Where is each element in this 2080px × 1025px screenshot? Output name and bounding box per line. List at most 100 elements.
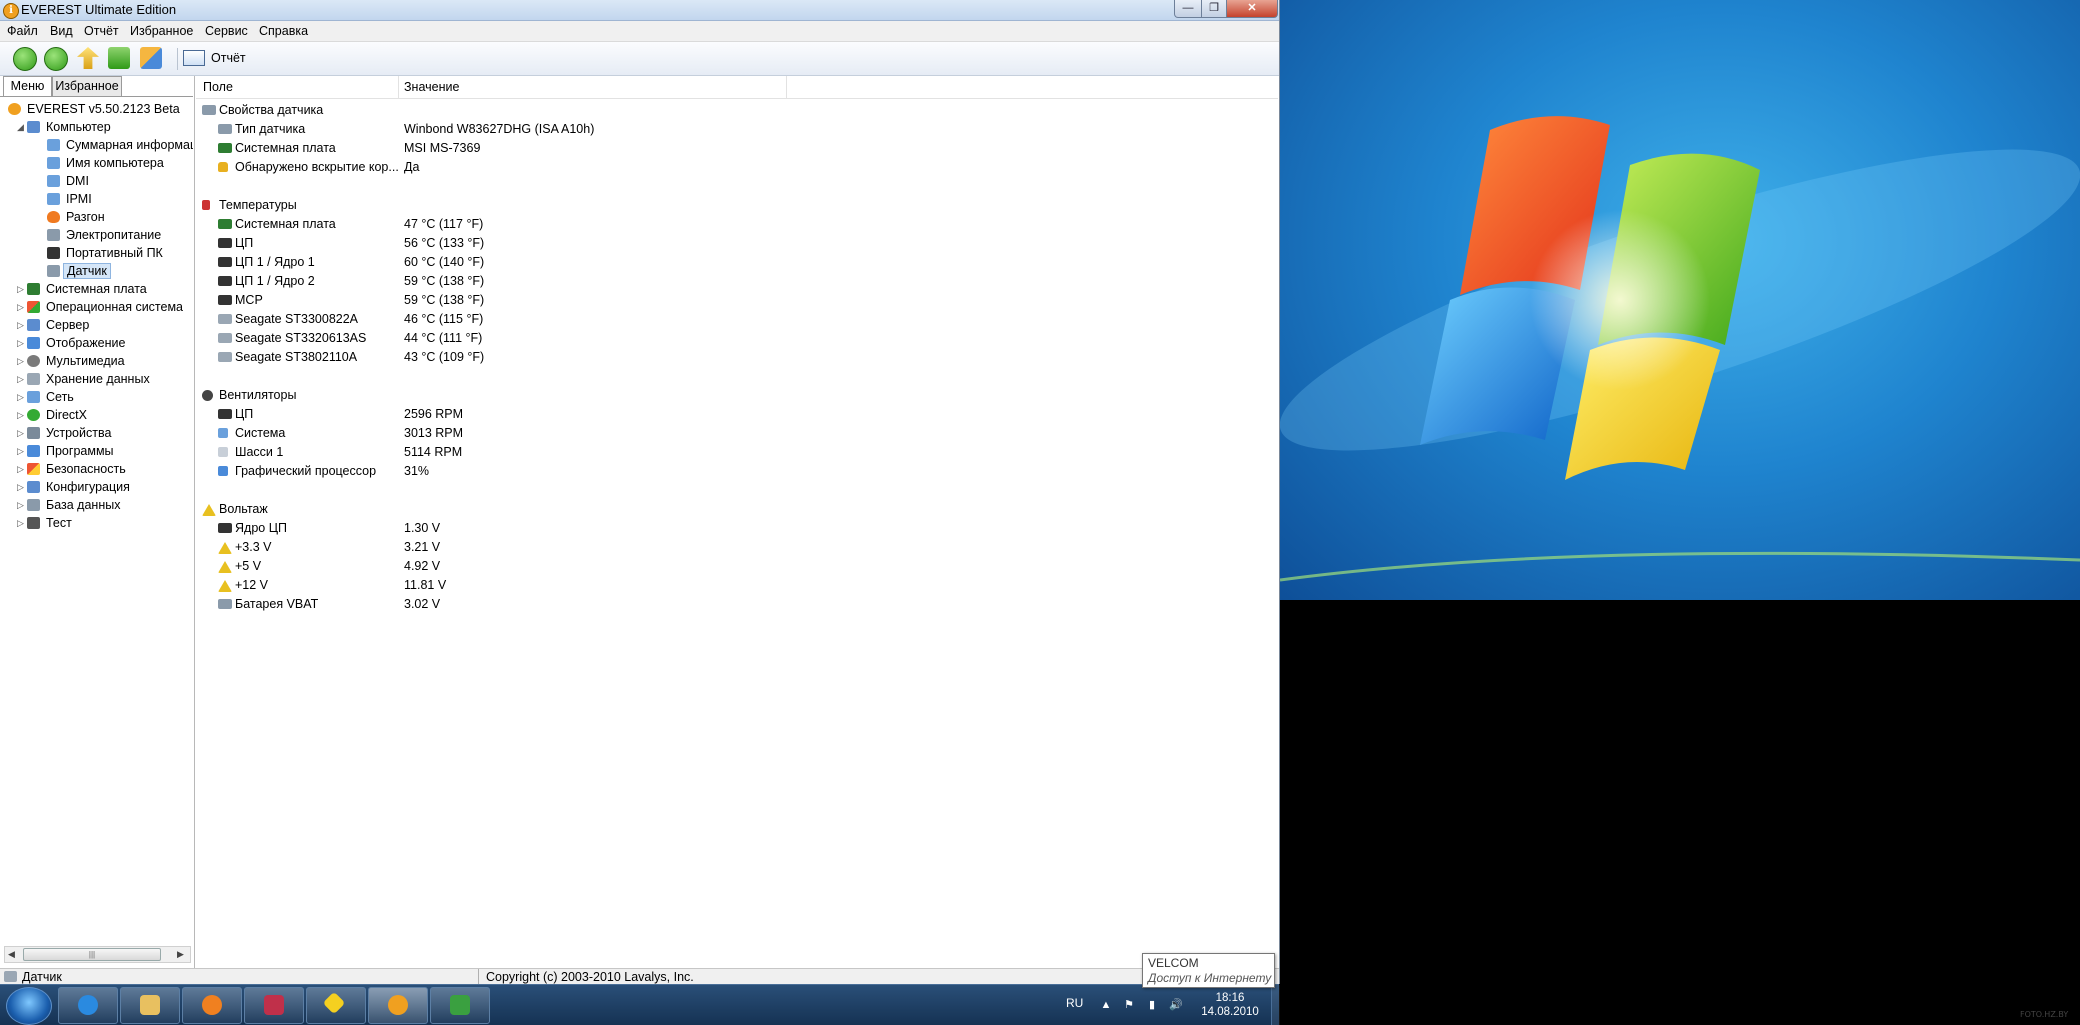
table-row[interactable]: Seagate ST3300822A 46 °C (115 °F)	[196, 310, 896, 329]
minimize-button[interactable]: —	[1174, 0, 1202, 18]
tab-favorites[interactable]: Избранное	[52, 76, 122, 96]
table-row[interactable]: Ядро ЦП 1.30 V	[196, 519, 896, 538]
tree-dmi[interactable]: DMI	[47, 172, 89, 190]
table-row[interactable]: MCP 59 °C (138 °F)	[196, 291, 896, 310]
menu-view[interactable]: Вид	[50, 24, 73, 38]
tree-multimedia[interactable]: ▷ Мультимедиа	[17, 352, 125, 370]
collapse-icon[interactable]: ◢	[17, 118, 24, 136]
table-row[interactable]: +5 V 4.92 V	[196, 557, 896, 576]
table-row[interactable]: Seagate ST3320613AS 44 °C (111 °F)	[196, 329, 896, 348]
table-row[interactable]: Система 3013 RPM	[196, 424, 896, 443]
expand-icon[interactable]: ▷	[17, 352, 24, 370]
tree-sensor[interactable]: Датчик	[47, 262, 111, 280]
tree-summary[interactable]: Суммарная информация	[47, 136, 193, 154]
tree-server[interactable]: ▷ Сервер	[17, 316, 89, 334]
clock[interactable]: 18:16 14.08.2010	[1195, 991, 1265, 1019]
menu-service[interactable]: Сервис	[205, 24, 248, 38]
tree-portable[interactable]: Портативный ПК	[47, 244, 163, 262]
tree-os[interactable]: ▷ Операционная система	[17, 298, 183, 316]
expand-icon[interactable]: ▷	[17, 442, 24, 460]
show-hidden-icons-icon[interactable]: ▲	[1100, 999, 1112, 1011]
tree-display[interactable]: ▷ Отображение	[17, 334, 125, 352]
taskbar-explorer[interactable]	[120, 987, 180, 1024]
table-row[interactable]: +3.3 V 3.21 V	[196, 538, 896, 557]
tree-overclock[interactable]: Разгон	[47, 208, 105, 226]
menu-report[interactable]: Отчёт	[84, 24, 119, 38]
expand-icon[interactable]: ▷	[17, 298, 24, 316]
taskbar-media-player[interactable]	[182, 987, 242, 1024]
scroll-right-icon[interactable]: ▶	[177, 947, 184, 962]
tree-directx[interactable]: ▷ DirectX	[17, 406, 87, 424]
tree-horizontal-scrollbar[interactable]: ◀ ||| ▶	[4, 946, 191, 963]
expand-icon[interactable]: ▷	[17, 334, 24, 352]
table-row[interactable]: ЦП 1 / Ядро 1 60 °C (140 °F)	[196, 253, 896, 272]
tree-storage[interactable]: ▷ Хранение данных	[17, 370, 150, 388]
back-arrow-icon[interactable]	[13, 47, 37, 71]
table-row[interactable]: Системная плата 47 °C (117 °F)	[196, 215, 896, 234]
expand-icon[interactable]: ▷	[17, 460, 24, 478]
table-row[interactable]: Seagate ST3802110A 43 °C (109 °F)	[196, 348, 896, 367]
show-desktop-button[interactable]	[1271, 985, 1280, 1025]
expand-icon[interactable]: ▷	[17, 496, 24, 514]
up-arrow-icon[interactable]	[77, 47, 99, 69]
tree-config[interactable]: ▷ Конфигурация	[17, 478, 130, 496]
network-signal-icon[interactable]: ▮	[1146, 999, 1158, 1011]
menu-file[interactable]: Файл	[7, 24, 38, 38]
tab-menu[interactable]: Меню	[3, 76, 52, 96]
language-indicator[interactable]: RU	[1066, 996, 1083, 1010]
table-row[interactable]: Системная плата MSI MS-7369	[196, 139, 896, 158]
tree-devices[interactable]: ▷ Устройства	[17, 424, 111, 442]
expand-icon[interactable]: ▷	[17, 280, 24, 298]
column-header-field[interactable]: Поле	[203, 80, 233, 94]
scroll-left-icon[interactable]: ◀	[8, 947, 15, 962]
table-row[interactable]: ЦП 1 / Ядро 2 59 °C (138 °F)	[196, 272, 896, 291]
tree-database[interactable]: ▷ База данных	[17, 496, 120, 514]
table-row[interactable]: Тип датчика Winbond W83627DHG (ISA A10h)	[196, 120, 896, 139]
start-button[interactable]	[6, 987, 52, 1025]
tree-programs[interactable]: ▷ Программы	[17, 442, 114, 460]
taskbar-app-5[interactable]	[306, 987, 366, 1024]
users-icon[interactable]	[140, 47, 162, 69]
table-row[interactable]: Обнаружено вскрытие кор... Да	[196, 158, 896, 177]
tree-power[interactable]: Электропитание	[47, 226, 161, 244]
title-bar[interactable]: i EVEREST Ultimate Edition — ❐ ✕	[0, 0, 1279, 21]
menu-help[interactable]: Справка	[259, 24, 308, 38]
taskbar-app-4[interactable]	[244, 987, 304, 1024]
expand-icon[interactable]: ▷	[17, 370, 24, 388]
table-row[interactable]: +12 V 11.81 V	[196, 576, 896, 595]
expand-icon[interactable]: ▷	[17, 388, 24, 406]
window-title: EVEREST Ultimate Edition	[21, 2, 177, 17]
column-separator[interactable]	[786, 76, 787, 98]
action-center-flag-icon[interactable]: ⚑	[1123, 999, 1135, 1011]
volume-icon[interactable]: 🔊	[1169, 999, 1183, 1011]
tree-motherboard[interactable]: ▷ Системная плата	[17, 280, 147, 298]
table-row[interactable]: Шасси 1 5114 RPM	[196, 443, 896, 462]
tree-computer-name[interactable]: Имя компьютера	[47, 154, 164, 172]
taskbar-everest[interactable]	[368, 987, 428, 1024]
tree-root[interactable]: EVEREST v5.50.2123 Beta	[8, 100, 180, 118]
expand-icon[interactable]: ▷	[17, 406, 24, 424]
maximize-button[interactable]: ❐	[1201, 0, 1227, 18]
expand-icon[interactable]: ▷	[17, 424, 24, 442]
column-header-value[interactable]: Значение	[404, 80, 459, 94]
forward-arrow-icon[interactable]	[44, 47, 68, 71]
taskbar-ie[interactable]	[58, 987, 118, 1024]
taskbar-app-7[interactable]	[430, 987, 490, 1024]
tree-ipmi[interactable]: IPMI	[47, 190, 92, 208]
tree-test[interactable]: ▷ Тест	[17, 514, 72, 532]
refresh-icon[interactable]	[108, 47, 130, 69]
tree-computer[interactable]: ◢ Компьютер	[17, 118, 111, 136]
table-row[interactable]: Батарея VBAT 3.02 V	[196, 595, 896, 614]
expand-icon[interactable]: ▷	[17, 316, 24, 334]
scroll-thumb[interactable]: |||	[23, 948, 161, 961]
table-row[interactable]: Графический процессор 31%	[196, 462, 896, 481]
column-separator[interactable]	[398, 76, 399, 98]
menu-favorites[interactable]: Избранное	[130, 24, 193, 38]
expand-icon[interactable]: ▷	[17, 514, 24, 532]
close-button[interactable]: ✕	[1226, 0, 1278, 18]
expand-icon[interactable]: ▷	[17, 478, 24, 496]
tree-security[interactable]: ▷ Безопасность	[17, 460, 126, 478]
table-row[interactable]: ЦП 2596 RPM	[196, 405, 896, 424]
tree-network[interactable]: ▷ Сеть	[17, 388, 74, 406]
table-row[interactable]: ЦП 56 °C (133 °F)	[196, 234, 896, 253]
